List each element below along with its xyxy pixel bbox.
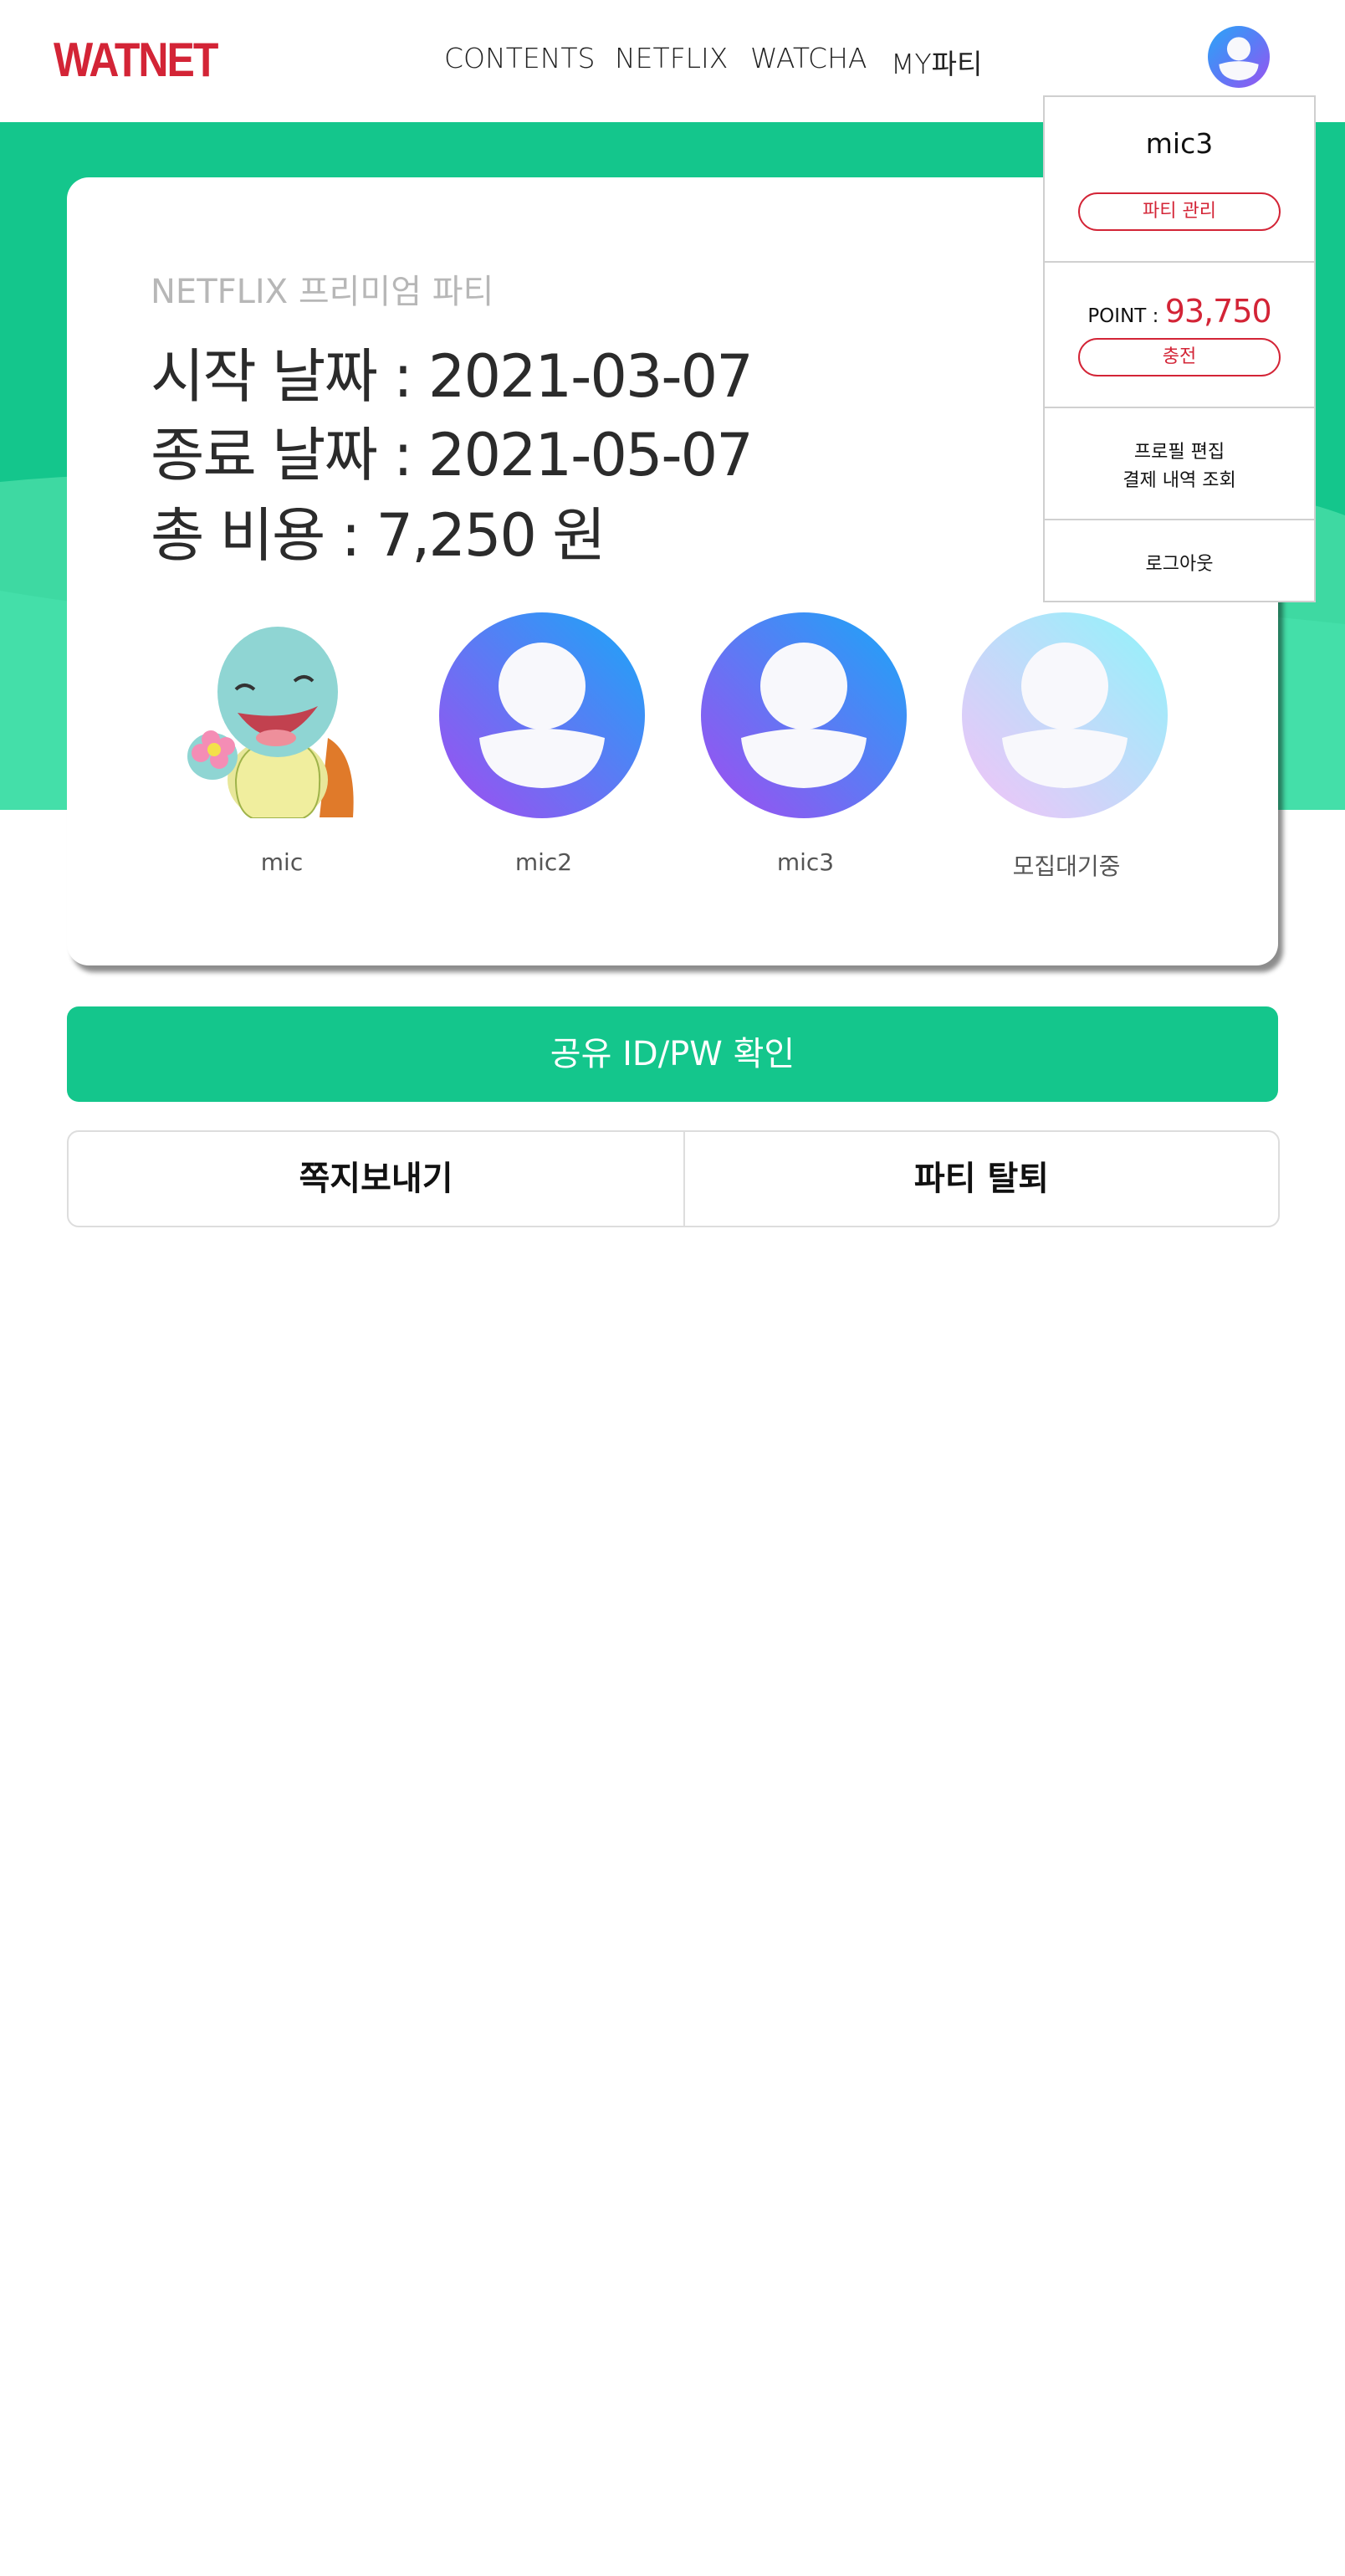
user-icon [1219,37,1259,81]
charge-button[interactable]: 충전 [1078,338,1281,376]
nav-contents[interactable]: CONTENTS [444,42,596,74]
empty-member-slot[interactable]: 모집대기중 [962,612,1171,880]
point-label: POINT : [1087,305,1165,327]
main-nav: CONTENTS NETFLIX WATCHA MY파티 [0,42,1345,84]
party-member[interactable]: mic3 [701,612,910,880]
point-balance: POINT : 93,750 [1045,293,1314,330]
point-value: 93,750 [1164,293,1272,330]
user-avatar-icon [701,612,907,818]
profile-edit-link[interactable]: 프로필 편집 [1045,437,1314,463]
nav-watcha[interactable]: WATCHA [750,42,867,74]
squirtle-avatar [177,612,383,818]
share-id-pw-button[interactable]: 공유 ID/PW 확인 [67,1006,1278,1102]
leave-party-button[interactable]: 파티 탈퇴 [685,1132,1278,1226]
total-cost: 총 비용 : 7,250 원 [151,501,606,570]
nav-my-party[interactable]: MY파티 [891,42,982,82]
send-message-button[interactable]: 쪽지보내기 [69,1132,683,1226]
dropdown-username: mic3 [1145,127,1214,160]
divider [1045,407,1314,408]
divider [1045,261,1314,263]
profile-dropdown-menu: mic3 파티 관리 POINT : 93,750 충전 프로필 편집 결제 내… [1043,95,1316,602]
logout-link[interactable]: 로그아웃 [1045,549,1314,576]
party-member[interactable]: mic [177,612,386,880]
end-date: 종료 날짜 : 2021-05-07 [151,421,754,489]
payment-history-link[interactable]: 결제 내역 조회 [1045,465,1314,492]
nav-netflix[interactable]: NETFLIX [615,42,728,74]
profile-avatar-button[interactable] [1208,26,1270,88]
user-avatar-icon [439,612,645,818]
party-manage-button[interactable]: 파티 관리 [1078,192,1281,231]
member-name: 모집대기중 [1012,853,1121,880]
empty-slot-icon [962,612,1168,818]
party-type-label: NETFLIX 프리미엄 파티 [151,273,494,311]
action-button-group: 쪽지보내기 파티 탈퇴 [67,1130,1280,1227]
start-date: 시작 날짜 : 2021-03-07 [151,342,754,411]
divider [1045,519,1314,520]
party-member[interactable]: mic2 [439,612,648,880]
member-name: mic [260,848,304,876]
member-name: mic2 [514,848,573,876]
member-name: mic3 [776,848,835,876]
